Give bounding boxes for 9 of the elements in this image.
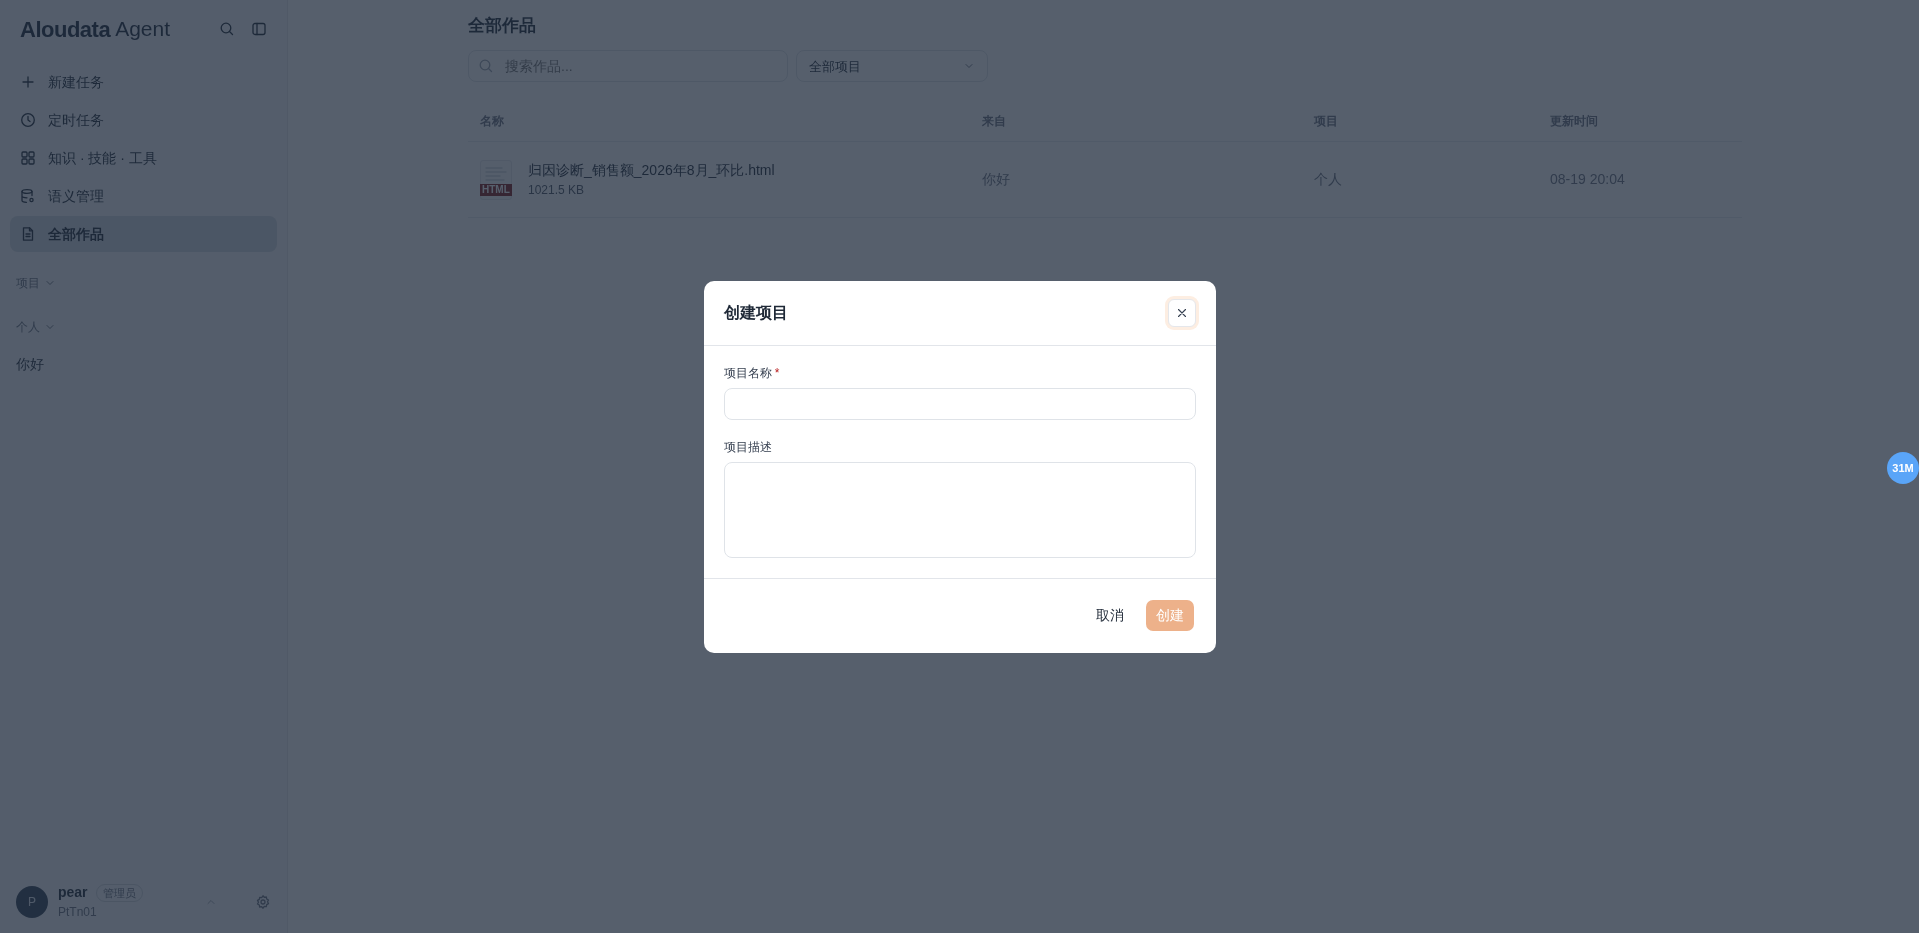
cancel-button[interactable]: 取消 — [1087, 601, 1132, 630]
field-label: 项目描述 — [723, 438, 773, 456]
text-area[interactable] — [723, 461, 1196, 558]
page-title: 全部作品 — [468, 16, 537, 37]
dialog-title: 创建项目 — [723, 302, 788, 323]
create-button[interactable]: 创建 — [1145, 600, 1194, 631]
close-button[interactable] — [1167, 298, 1196, 327]
input-field[interactable] — [723, 387, 1196, 420]
field-label: 项目名称 * — [723, 364, 781, 382]
